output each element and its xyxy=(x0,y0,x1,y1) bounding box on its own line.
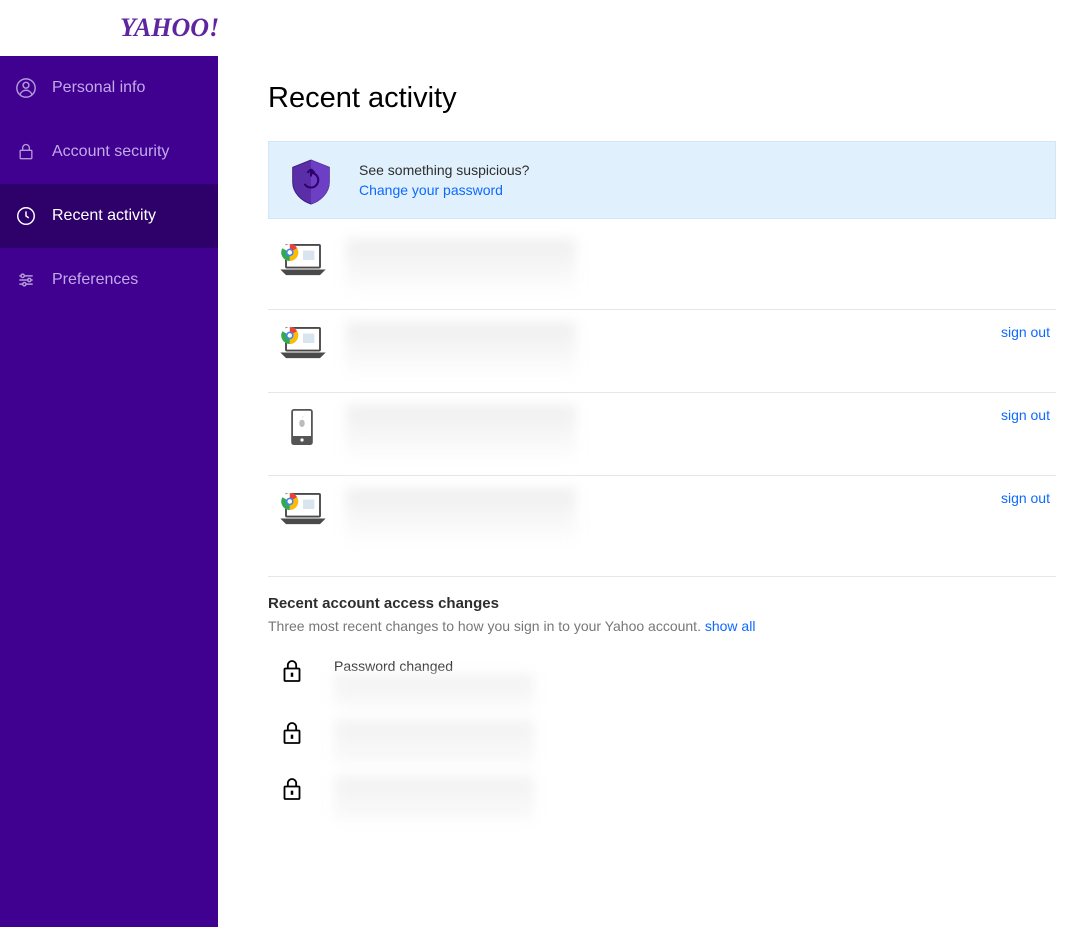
lock-icon xyxy=(282,658,304,686)
sidebar-item-account-security[interactable]: Account security xyxy=(0,120,218,184)
sidebar: Personal info Account security xyxy=(0,56,218,927)
sign-out-link[interactable]: sign out xyxy=(1001,322,1056,340)
divider xyxy=(268,576,1056,577)
lock-icon xyxy=(282,776,304,804)
sign-out-link[interactable]: sign out xyxy=(1001,488,1056,506)
section-subtext: Three most recent changes to how you sig… xyxy=(268,618,1056,634)
chrome-windows-laptop-icon xyxy=(278,243,326,275)
change-row xyxy=(268,770,1056,826)
session-details-redacted xyxy=(346,405,576,463)
person-icon xyxy=(14,76,38,100)
apple-phone-icon xyxy=(278,409,326,441)
session-row: sign out xyxy=(268,476,1056,558)
chrome-windows-laptop-icon xyxy=(278,492,326,524)
yahoo-logo[interactable]: YAHOO! xyxy=(120,13,219,43)
sidebar-item-preferences[interactable]: Preferences xyxy=(0,248,218,312)
change-password-link[interactable]: Change your password xyxy=(359,182,529,198)
subtext-text: Three most recent changes to how you sig… xyxy=(268,618,701,634)
sliders-icon xyxy=(14,268,38,292)
main-content: Recent activity See something suspicious… xyxy=(218,56,1081,927)
sidebar-item-recent-activity[interactable]: Recent activity xyxy=(0,184,218,248)
session-row: sign out xyxy=(268,310,1056,393)
change-details-redacted xyxy=(334,720,534,764)
session-row: sign out xyxy=(268,393,1056,476)
sessions-list: sign out sign out xyxy=(268,227,1056,558)
alert-question: See something suspicious? xyxy=(359,162,529,178)
change-details-redacted xyxy=(334,674,534,708)
change-row xyxy=(268,714,1056,770)
change-row: Password changed xyxy=(268,652,1056,714)
session-details-redacted xyxy=(346,488,576,546)
lock-icon xyxy=(14,140,38,164)
sign-out-link[interactable]: sign out xyxy=(1001,405,1056,423)
sidebar-item-label: Recent activity xyxy=(52,207,156,225)
shield-icon xyxy=(289,158,333,202)
sidebar-item-label: Account security xyxy=(52,143,169,161)
header: YAHOO! xyxy=(0,0,1081,56)
session-row xyxy=(268,227,1056,310)
session-details-redacted xyxy=(346,322,576,380)
sidebar-item-label: Preferences xyxy=(52,271,138,289)
clock-icon xyxy=(14,204,38,228)
change-details-redacted xyxy=(334,776,534,820)
suspicious-alert: See something suspicious? Change your pa… xyxy=(268,141,1056,219)
session-details-redacted xyxy=(346,239,576,297)
lock-icon xyxy=(282,720,304,748)
section-heading: Recent account access changes xyxy=(268,595,1056,612)
change-label: Password changed xyxy=(334,658,534,674)
show-all-link[interactable]: show all xyxy=(705,618,756,634)
chrome-windows-laptop-icon xyxy=(278,326,326,358)
page-title: Recent activity xyxy=(268,82,1056,115)
sidebar-item-personal-info[interactable]: Personal info xyxy=(0,56,218,120)
sidebar-item-label: Personal info xyxy=(52,79,145,97)
account-changes-section: Recent account access changes Three most… xyxy=(268,595,1056,826)
